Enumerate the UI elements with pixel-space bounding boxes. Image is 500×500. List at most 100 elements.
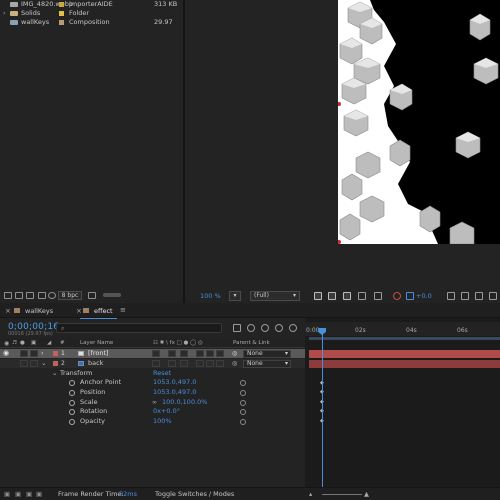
quality-switch[interactable] bbox=[168, 360, 176, 367]
work-area-bar[interactable] bbox=[309, 337, 500, 340]
expression-pick-whip-icon[interactable] bbox=[240, 400, 246, 406]
expression-pick-whip-icon[interactable] bbox=[240, 419, 246, 425]
interpret-footage-icon[interactable] bbox=[4, 292, 12, 299]
property-row[interactable]: Anchor Point 1053.0,497.0 bbox=[0, 378, 305, 387]
expression-pick-whip-icon[interactable] bbox=[240, 380, 246, 386]
stopwatch-icon[interactable] bbox=[69, 380, 75, 386]
layer-name[interactable]: [front] bbox=[88, 349, 109, 358]
exposure-value[interactable]: +0.0 bbox=[416, 292, 432, 300]
tab-effect[interactable]: effect bbox=[80, 306, 117, 319]
property-row[interactable]: Position 1053.0,497.0 bbox=[0, 388, 305, 397]
frame-blending-icon[interactable] bbox=[275, 324, 283, 332]
motion-blur-icon[interactable] bbox=[289, 324, 297, 332]
shy-switch[interactable] bbox=[152, 350, 160, 357]
shy-switch[interactable] bbox=[152, 360, 160, 367]
new-composition-icon[interactable] bbox=[26, 292, 34, 299]
resolution-dropdown[interactable]: (Full) ▾ bbox=[250, 291, 300, 301]
stopwatch-icon[interactable] bbox=[69, 409, 75, 415]
show-snapshot-icon[interactable] bbox=[461, 292, 469, 300]
guides-icon[interactable] bbox=[358, 292, 366, 300]
expand-arrow-icon[interactable]: › bbox=[3, 9, 6, 18]
menu-icon[interactable]: ≡ bbox=[120, 306, 126, 314]
preview-icon[interactable] bbox=[489, 292, 497, 300]
expression-pick-whip-icon[interactable] bbox=[240, 390, 246, 396]
fast-preview-icon[interactable] bbox=[475, 292, 483, 300]
transform-group[interactable]: ⌄ Transform Reset bbox=[0, 369, 305, 378]
layer-name[interactable]: back bbox=[88, 359, 103, 368]
frame-blend-switch[interactable] bbox=[196, 360, 204, 367]
shy-layers-icon[interactable] bbox=[261, 324, 269, 332]
expand-arrow-icon[interactable]: ⌄ bbox=[41, 359, 46, 368]
layer-switches-icon[interactable]: ▣ bbox=[4, 490, 10, 498]
adjust-icon[interactable] bbox=[38, 292, 46, 299]
timeline-zoom-slider[interactable] bbox=[322, 494, 362, 495]
label-swatch[interactable] bbox=[59, 20, 64, 25]
label-swatch[interactable] bbox=[59, 11, 64, 16]
zoom-out-icon[interactable]: ▴ bbox=[309, 490, 312, 498]
project-item[interactable]: wallKeys Composition 29.97 bbox=[0, 18, 183, 27]
horizontal-scrollbar[interactable] bbox=[103, 293, 121, 297]
constrain-proportions-icon[interactable]: ∞ bbox=[152, 398, 157, 407]
time-graph[interactable] bbox=[305, 318, 500, 487]
property-row[interactable]: Rotation 0x+0.0° bbox=[0, 407, 305, 416]
quality-switch[interactable] bbox=[168, 350, 176, 357]
draft-3d-icon[interactable] bbox=[247, 324, 255, 332]
stopwatch-icon[interactable] bbox=[69, 400, 75, 406]
zoom-dropdown[interactable]: ▾ bbox=[229, 291, 241, 301]
tab-wallkeys[interactable]: wallKeys bbox=[14, 306, 53, 317]
3d-layer-switch[interactable] bbox=[216, 360, 224, 367]
zoom-level[interactable]: 100 % bbox=[200, 292, 221, 300]
region-of-interest-icon[interactable] bbox=[314, 292, 322, 300]
property-value[interactable]: 0x+0.0° bbox=[153, 407, 180, 416]
layer-row[interactable]: ◉ › 1 [front] ◎ None ▾ bbox=[0, 349, 305, 358]
close-icon[interactable]: × bbox=[5, 307, 11, 315]
expand-arrow-icon[interactable]: › bbox=[41, 349, 44, 358]
stopwatch-icon[interactable] bbox=[69, 419, 75, 425]
layer-duration-bar[interactable] bbox=[309, 360, 500, 368]
property-value[interactable]: 100.0,100.0% bbox=[162, 398, 207, 407]
new-folder-icon[interactable] bbox=[15, 292, 23, 299]
pick-whip-icon[interactable]: ◎ bbox=[232, 359, 237, 368]
toggle-switches-modes-button[interactable]: Toggle Switches / Modes bbox=[155, 490, 234, 498]
project-item[interactable]: › Solids Folder bbox=[0, 9, 183, 18]
layer-search-input[interactable]: ⌕ bbox=[56, 323, 222, 333]
exposure-reset-icon[interactable] bbox=[406, 292, 414, 300]
property-row[interactable]: Opacity 100% bbox=[0, 417, 305, 426]
lock-switch[interactable] bbox=[30, 360, 38, 367]
project-item[interactable]: IMG_4820.webp ImporterAIDE 313 KB bbox=[0, 0, 183, 9]
in-out-icon[interactable]: ▣ bbox=[26, 490, 32, 498]
time-ruler[interactable] bbox=[305, 322, 500, 336]
transform-reset-link[interactable]: Reset bbox=[153, 369, 171, 378]
property-value[interactable]: 1053.0,497.0 bbox=[153, 388, 196, 397]
trash-icon[interactable] bbox=[88, 292, 96, 299]
property-value[interactable]: 100% bbox=[153, 417, 172, 426]
property-value[interactable]: 1053.0,497.0 bbox=[153, 378, 196, 387]
layer-row[interactable]: ⌄ 2 back ◎ None ▾ bbox=[0, 359, 305, 368]
bpc-button[interactable]: 8 bpc bbox=[58, 291, 82, 300]
transparency-grid-icon[interactable] bbox=[328, 292, 336, 300]
close-icon[interactable]: × bbox=[76, 307, 82, 315]
parent-dropdown[interactable]: None ▾ bbox=[243, 350, 291, 358]
lock-switch[interactable] bbox=[30, 350, 38, 357]
layer-label-color[interactable] bbox=[53, 351, 58, 356]
layer-name-header[interactable]: Layer Name bbox=[80, 340, 113, 346]
3d-layer-switch[interactable] bbox=[216, 350, 224, 357]
snapshot-icon[interactable] bbox=[447, 292, 455, 300]
effect-switch[interactable] bbox=[180, 360, 188, 367]
playhead-line[interactable] bbox=[322, 330, 323, 487]
property-row[interactable]: Scale ∞ 100.0,100.0% bbox=[0, 398, 305, 407]
solo-switch[interactable] bbox=[20, 360, 28, 367]
stopwatch-icon[interactable] bbox=[69, 390, 75, 396]
motion-blur-switch[interactable] bbox=[206, 350, 214, 357]
label-swatch[interactable] bbox=[59, 2, 64, 7]
solo-switch[interactable] bbox=[20, 350, 28, 357]
effect-switch[interactable] bbox=[180, 350, 188, 357]
layer-duration-bar[interactable] bbox=[309, 350, 500, 358]
parent-dropdown[interactable]: None ▾ bbox=[243, 360, 291, 368]
visibility-eye-icon[interactable]: ◉ bbox=[3, 349, 9, 358]
expression-pick-whip-icon[interactable] bbox=[240, 409, 246, 415]
layer-label-color[interactable] bbox=[53, 361, 58, 366]
channel-icon[interactable] bbox=[374, 292, 382, 300]
pick-whip-icon[interactable]: ◎ bbox=[232, 349, 237, 358]
transfer-controls-icon[interactable]: ▣ bbox=[15, 490, 21, 498]
